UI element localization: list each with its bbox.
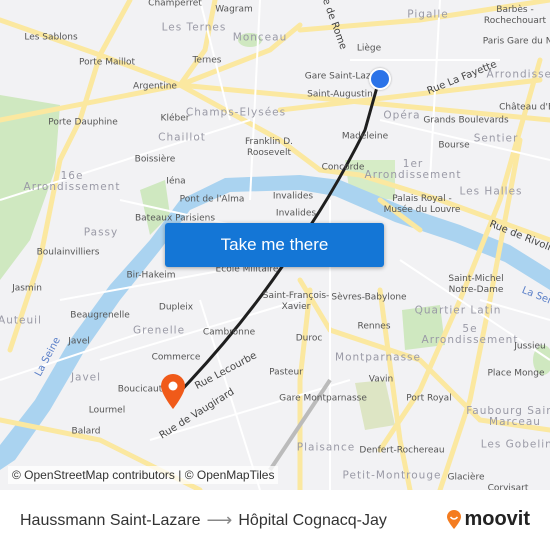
district-label: Les Halles	[459, 185, 523, 198]
map[interactable]: Les Ternes Monceau Champs-Elysées Chaill…	[0, 0, 550, 490]
district-label: 16e Arrondissement	[23, 170, 121, 193]
place-label: Sèvres-Babylone	[331, 292, 407, 303]
place-label: Lourmel	[88, 405, 126, 416]
place-label: Paris Gare du Nord	[482, 36, 550, 47]
place-label: Saint-Michel Notre-Dame	[448, 274, 504, 295]
place-label: Glacière	[447, 472, 485, 483]
place-label: Jussieu	[514, 341, 546, 352]
place-label: Château d'Eau	[499, 102, 550, 113]
place-label: Iéna	[166, 176, 186, 187]
place-label: Barbès - Rochechouart	[483, 5, 547, 26]
place-label: Argentine	[133, 81, 177, 92]
place-label: Boucicaut	[117, 384, 163, 395]
district-label: Les Ternes	[161, 21, 227, 34]
place-label: Balard	[71, 426, 101, 437]
place-label: Beaugrenelle	[70, 310, 130, 321]
district-label: Grenelle	[132, 324, 186, 337]
district-label: Passy	[83, 226, 119, 239]
place-label: Bourse	[438, 140, 470, 151]
place-label: Dupleix	[158, 302, 194, 313]
place-label: Invalides	[272, 191, 314, 202]
place-label: Saint-Augustin	[307, 89, 373, 100]
map-pin-icon	[161, 374, 185, 409]
place-label: Porte Maillot	[78, 57, 136, 68]
route-summary: Haussmann Saint-Lazare ⟶ Hôpital Cognacq…	[20, 510, 387, 531]
district-label: Quartier Latin	[414, 304, 502, 317]
district-label: 1er Arrondissement	[364, 158, 462, 181]
place-label: Champerret	[148, 0, 202, 9]
district-label: Monceau	[232, 31, 288, 44]
district-label: Chaillot	[158, 131, 206, 144]
district-label: Faubourg Saint- Marceau	[466, 405, 550, 428]
place-label: Les Sablons	[24, 32, 78, 43]
district-label: Auteuil	[0, 314, 42, 327]
district-label: Champs-Elysées	[185, 106, 287, 119]
place-label: Denfert-Rochereau	[359, 445, 445, 456]
place-label: Pasteur	[269, 367, 303, 378]
place-label: Javel	[68, 336, 90, 347]
place-label: Boissière	[134, 154, 176, 165]
origin-marker[interactable]	[369, 68, 391, 90]
place-label: Kléber	[160, 113, 190, 124]
place-label: Wagram	[215, 4, 253, 15]
take-me-there-button[interactable]: Take me there	[165, 223, 384, 267]
place-label: Vavin	[368, 374, 394, 385]
place-label: Grands Boulevards	[423, 115, 509, 126]
place-label: Invalides	[275, 208, 317, 219]
park-montparnasse-cemetery	[355, 380, 395, 430]
place-label: Pont de l'Alma	[179, 194, 245, 205]
destination-name: Hôpital Cognacq-Jay	[238, 511, 387, 529]
place-label: Saint-François- Xavier	[262, 291, 330, 312]
place-label: Port Royal	[406, 393, 452, 404]
place-label: Ternes	[192, 55, 222, 66]
place-label: Gare Montparnasse	[279, 393, 367, 404]
district-label: Pigalle	[407, 8, 449, 21]
district-label: Plaisance	[296, 441, 356, 454]
place-label: Place Monge	[487, 368, 545, 379]
place-label: Bir-Hakeim	[126, 270, 176, 281]
map-attribution[interactable]: © OpenStreetMap contributors | © OpenMap…	[8, 466, 279, 484]
place-label: Franklin D. Roosevelt	[244, 137, 294, 158]
place-label: Cambronne	[202, 327, 256, 338]
place-label: Jasmin	[12, 283, 42, 294]
moovit-logo: moovit	[446, 508, 530, 531]
place-label: Concorde	[321, 162, 365, 173]
district-label: Montparnasse	[335, 351, 421, 364]
place-label: Rennes	[357, 321, 391, 332]
district-label: Les Gobelins	[480, 438, 550, 451]
place-label: Liège	[356, 43, 382, 54]
place-label: Palais Royal - Musée du Louvre	[383, 194, 461, 215]
origin-name: Haussmann Saint-Lazare	[20, 511, 201, 529]
district-label: Opéra	[383, 109, 421, 122]
brand-name: moovit	[464, 508, 530, 530]
moovit-pin-icon	[447, 509, 462, 529]
place-label: Duroc	[295, 333, 323, 344]
place-label: Boulainvilliers	[36, 247, 100, 258]
footer: Haussmann Saint-Lazare ⟶ Hôpital Cognacq…	[0, 490, 550, 550]
place-label: Madeleine	[341, 131, 389, 142]
district-label: Petit-Montrouge	[342, 469, 442, 482]
district-label: 5e Arrondissement	[421, 323, 519, 346]
district-label: Arrondissement	[486, 68, 550, 81]
arrow-right-icon: ⟶	[206, 510, 233, 530]
district-label: Javel	[70, 371, 102, 384]
place-label: Porte Dauphine	[48, 117, 118, 128]
place-label: Commerce	[151, 352, 201, 363]
district-label: Sentier	[473, 132, 519, 145]
